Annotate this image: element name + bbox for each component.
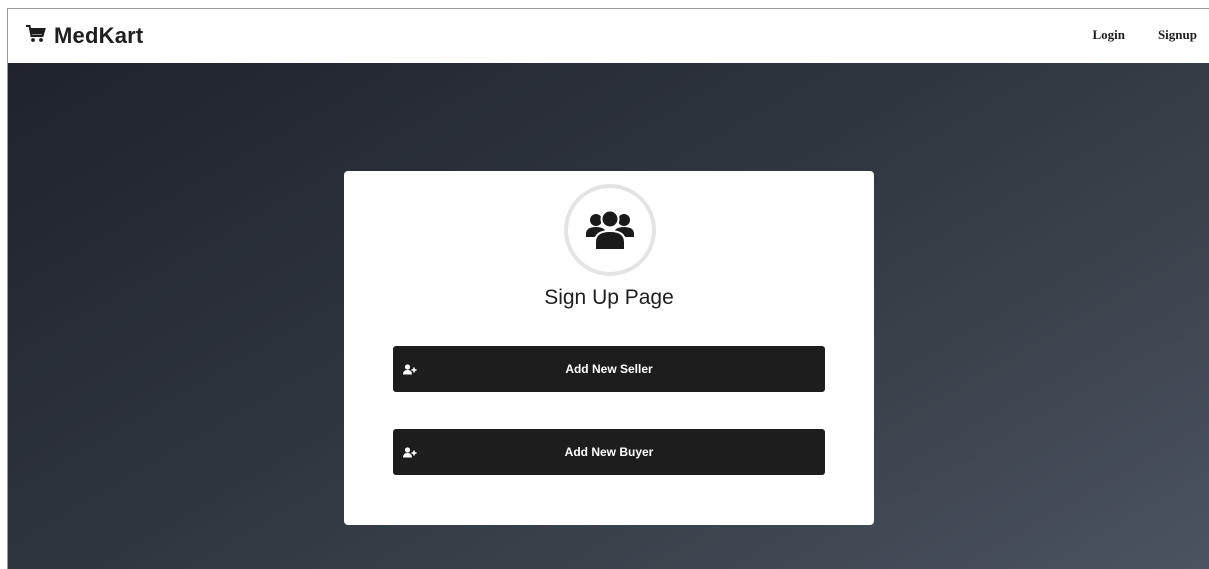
brand-name: MedKart: [54, 23, 144, 48]
app-window: MedKart Login Signup Sign Up Page Add Ne…: [7, 8, 1209, 569]
add-new-seller-label: Add New Seller: [565, 362, 653, 376]
add-new-buyer-label: Add New Buyer: [564, 445, 654, 459]
page-title: Sign Up Page: [544, 286, 674, 309]
add-new-buyer-button[interactable]: Add New Buyer: [393, 429, 825, 475]
navbar: MedKart Login Signup: [8, 9, 1209, 63]
signup-card: Sign Up Page Add New Seller Add New Buye…: [344, 171, 874, 525]
login-link[interactable]: Login: [1092, 27, 1125, 43]
nav-links: Login Signup: [1092, 27, 1197, 43]
add-new-seller-button[interactable]: Add New Seller: [393, 346, 825, 392]
users-icon: [564, 184, 656, 276]
hero-background: Sign Up Page Add New Seller Add New Buye…: [8, 63, 1209, 569]
signup-link[interactable]: Signup: [1158, 27, 1197, 43]
shopping-cart-icon: [26, 24, 46, 48]
brand-link[interactable]: MedKart: [26, 23, 143, 49]
